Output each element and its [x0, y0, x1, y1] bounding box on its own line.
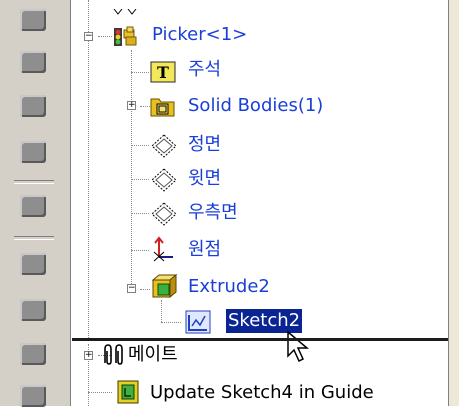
tree-section-divider: [72, 338, 448, 341]
solid-bodies-folder-icon: [150, 93, 176, 119]
tree-branch: [140, 106, 150, 108]
tree-branch: [140, 289, 150, 291]
right-plane-icon: [150, 201, 177, 227]
tree-item-origin[interactable]: 원점: [188, 238, 221, 262]
tree-root-connector: [88, 0, 90, 338]
sketch-icon: [184, 308, 211, 334]
tree-branch: [131, 179, 149, 181]
toolbar-button-6[interactable]: [16, 250, 50, 278]
toolbar-button-1[interactable]: [16, 6, 50, 34]
update-sketch-feature-icon: [115, 379, 141, 405]
tree-branch: [88, 392, 112, 394]
toolbar-button-5[interactable]: [16, 192, 50, 220]
origin-icon: [150, 236, 176, 262]
tree-item-top-plane[interactable]: 윗면: [188, 167, 221, 191]
toolbar-button-8[interactable]: [16, 340, 50, 368]
left-toolbar: [0, 0, 71, 407]
tree-branch: [131, 145, 149, 147]
part-assembly-icon: [112, 24, 138, 50]
tree-item-right-plane[interactable]: 우측면: [188, 201, 238, 225]
tree-item-picker[interactable]: Picker<1>: [152, 23, 247, 47]
partial-icon: [113, 8, 137, 15]
tree-row-cut-off: [112, 0, 142, 15]
tree-item-annotations[interactable]: 주석: [188, 58, 221, 82]
tree-item-mates[interactable]: 메이트: [128, 343, 178, 367]
tree-item-update-sketch4[interactable]: Update Sketch4 in Guide: [150, 381, 374, 405]
collapse-toggle-extrude2[interactable]: −: [127, 284, 136, 293]
top-plane-icon: [150, 167, 177, 193]
toolbar-separator: [14, 236, 54, 240]
toolbar-button-2[interactable]: [16, 48, 50, 76]
tree-branch: [161, 322, 181, 324]
tree-branch: [98, 36, 112, 38]
toolbar-separator: [14, 180, 54, 184]
toolbar-button-3[interactable]: [16, 92, 50, 120]
tree-extrude-connector: [161, 300, 163, 322]
tree-item-front-plane[interactable]: 정면: [188, 133, 221, 157]
mates-paperclip-icon: [100, 343, 126, 369]
expand-toggle-mates[interactable]: +: [84, 351, 93, 360]
extrude-feature-icon: [150, 273, 178, 300]
mouse-pointer-icon: [286, 330, 312, 364]
toolbar-button-7[interactable]: [16, 296, 50, 324]
vertical-scrollbar[interactable]: [448, 0, 459, 406]
tree-branch: [131, 250, 149, 252]
annotations-icon: T: [150, 60, 176, 86]
tree-children-connector: [131, 50, 133, 290]
tree-item-extrude2[interactable]: Extrude2: [188, 275, 270, 299]
svg-text:T: T: [157, 63, 169, 82]
tree-item-solid-bodies[interactable]: Solid Bodies(1): [188, 94, 323, 118]
front-plane-icon: [150, 133, 177, 159]
tree-branch: [131, 72, 149, 74]
collapse-toggle-picker[interactable]: −: [84, 32, 93, 41]
expand-toggle-solid-bodies[interactable]: +: [127, 101, 136, 110]
toolbar-button-4[interactable]: [16, 138, 50, 166]
tree-branch: [131, 213, 149, 215]
